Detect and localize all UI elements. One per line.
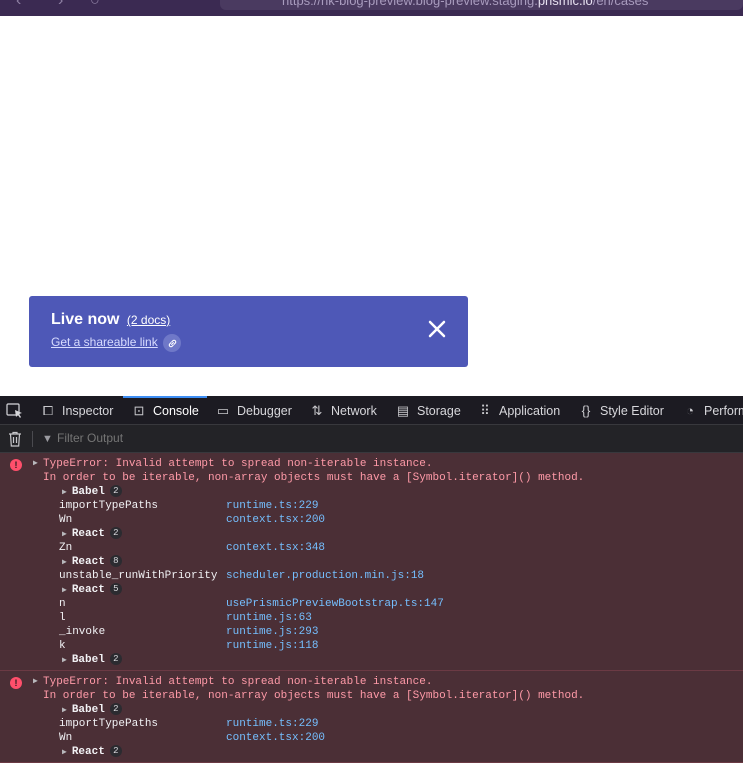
console-filterbar: ▼ [0,425,743,453]
docs-count-link[interactable]: (2 docs) [127,313,170,327]
tab-style-editor[interactable]: {} Style Editor [578,396,664,424]
reload-icon[interactable]: ○ [90,0,100,10]
link-icon[interactable] [163,334,181,352]
tab-label: Inspector [62,403,114,418]
count-badge: 2 [109,485,122,497]
application-icon: ⠿ [480,402,490,418]
error-detail: In order to be iterable, non-array objec… [43,690,585,702]
expand-caret-icon: ▶ [62,706,67,715]
tab-label: Network [331,403,377,418]
tab-performance[interactable]: ◔ Perform [682,396,743,424]
stack-function: importTypePaths [59,718,159,730]
stack-group[interactable]: ▶ React 2 [62,527,122,542]
source-link[interactable]: runtime.ts:229 [226,717,318,731]
tab-label: Console [153,403,199,418]
toolbar-title: Live now (2 docs) [51,311,170,329]
tab-inspector[interactable]: ⧠ Inspector [40,396,114,424]
filter-output-input[interactable] [57,431,357,445]
console-error-message[interactable]: ! ▶ TypeError: Invalid attempt to spread … [0,671,743,763]
stack-group[interactable]: ▶ Babel 2 [62,653,122,668]
count-badge: 8 [109,555,122,567]
tab-network[interactable]: ⇅ Network [309,396,377,424]
tab-storage[interactable]: ▤ Storage [395,396,461,424]
expand-caret-icon: ▶ [62,656,67,665]
url-text[interactable]: https://nk-blog-preview.blog-preview.sta… [282,0,648,8]
expand-caret-icon: ▶ [62,586,67,595]
stack-function: n [59,598,66,610]
source-link[interactable]: context.tsx:200 [226,731,325,745]
devtools-panel: ⧠ Inspector ⊡ Console ▭ Debugger ⇅ Network ▤… [0,396,743,763]
stack-group[interactable]: ▶ React 2 [62,745,122,760]
count-badge: 5 [109,583,122,595]
source-link[interactable]: scheduler.production.min.js:18 [226,569,424,583]
forward-icon[interactable]: › [58,0,63,10]
tab-label: Style Editor [600,403,664,418]
stack-function: unstable_runWithPriority [59,570,218,582]
source-link[interactable]: context.tsx:200 [226,513,325,527]
source-link[interactable]: usePrismicPreviewBootstrap.ts:147 [226,597,444,611]
style-editor-icon: {} [581,402,591,418]
source-link[interactable]: runtime.js:293 [226,625,318,639]
source-link[interactable]: runtime.ts:229 [226,499,318,513]
count-badge: 2 [109,653,122,665]
count-badge: 2 [109,745,122,757]
source-link[interactable]: runtime.js:63 [226,611,312,625]
tab-label: Debugger [237,403,292,418]
stack-group[interactable]: ▶ React 5 [62,583,122,598]
expand-caret-icon: ▶ [62,488,67,497]
inspector-icon: ⧠ [42,402,54,418]
console-icon: ⊡ [133,402,145,418]
count-badge: 2 [109,527,122,539]
source-link[interactable]: context.tsx:348 [226,541,325,555]
expand-caret-icon[interactable]: ▶ [33,675,38,689]
console-error-message[interactable]: ! ▶ TypeError: Invalid attempt to spread … [0,453,743,671]
tab-application[interactable]: ⠿ Application [477,396,561,424]
shareable-link[interactable]: Get a shareable link [51,335,158,349]
devtools-tabbar: ⧠ Inspector ⊡ Console ▭ Debugger ⇅ Network ▤… [0,396,743,425]
tab-label: Application [499,403,561,418]
stack-function: Wn [59,514,73,526]
element-picker-icon[interactable] [6,403,24,419]
console-output: ! ▶ TypeError: Invalid attempt to spread … [0,453,743,763]
trash-icon[interactable] [8,431,22,447]
expand-caret-icon[interactable]: ▶ [33,457,38,471]
filter-icon: ▼ [42,433,53,445]
expand-caret-icon: ▶ [62,558,67,567]
stack-function: importTypePaths [59,500,159,512]
stack-group[interactable]: ▶ Babel 2 [62,485,122,500]
count-badge: 2 [109,703,122,715]
error-text: TypeError: Invalid attempt to spread non… [43,676,433,688]
prismic-preview-toolbar: Live now (2 docs) Get a shareable link [29,296,468,367]
stack-function: k [59,640,66,652]
error-detail: In order to be iterable, non-array objec… [43,472,585,484]
stack-group[interactable]: ▶ React 8 [62,555,122,570]
source-link[interactable]: runtime.js:118 [226,639,318,653]
back-icon[interactable]: ‹ [16,0,21,10]
stack-group[interactable]: ▶ Babel 2 [62,703,122,718]
performance-icon: ◔ [686,402,694,418]
page-content: Live now (2 docs) Get a shareable link [0,16,743,396]
expand-caret-icon: ▶ [62,530,67,539]
divider [32,431,33,447]
stack-function: l [59,612,66,624]
error-text: TypeError: Invalid attempt to spread non… [43,458,433,470]
close-icon[interactable] [425,317,449,341]
tab-debugger[interactable]: ▭ Debugger [215,396,292,424]
live-now-label: Live now [51,311,120,328]
storage-icon: ▤ [396,402,410,418]
browser-chrome: ‹ › ○ https://nk-blog-preview.blog-previ… [0,0,743,16]
tab-label: Storage [417,403,461,418]
stack-function: Zn [59,542,73,554]
tab-console[interactable]: ⊡ Console [123,396,207,424]
debugger-icon: ▭ [216,402,230,418]
stack-function: _invoke [59,626,106,638]
network-icon: ⇅ [311,402,323,418]
stack-function: Wn [59,732,73,744]
tab-label: Perform [704,403,743,418]
expand-caret-icon: ▶ [62,748,67,757]
